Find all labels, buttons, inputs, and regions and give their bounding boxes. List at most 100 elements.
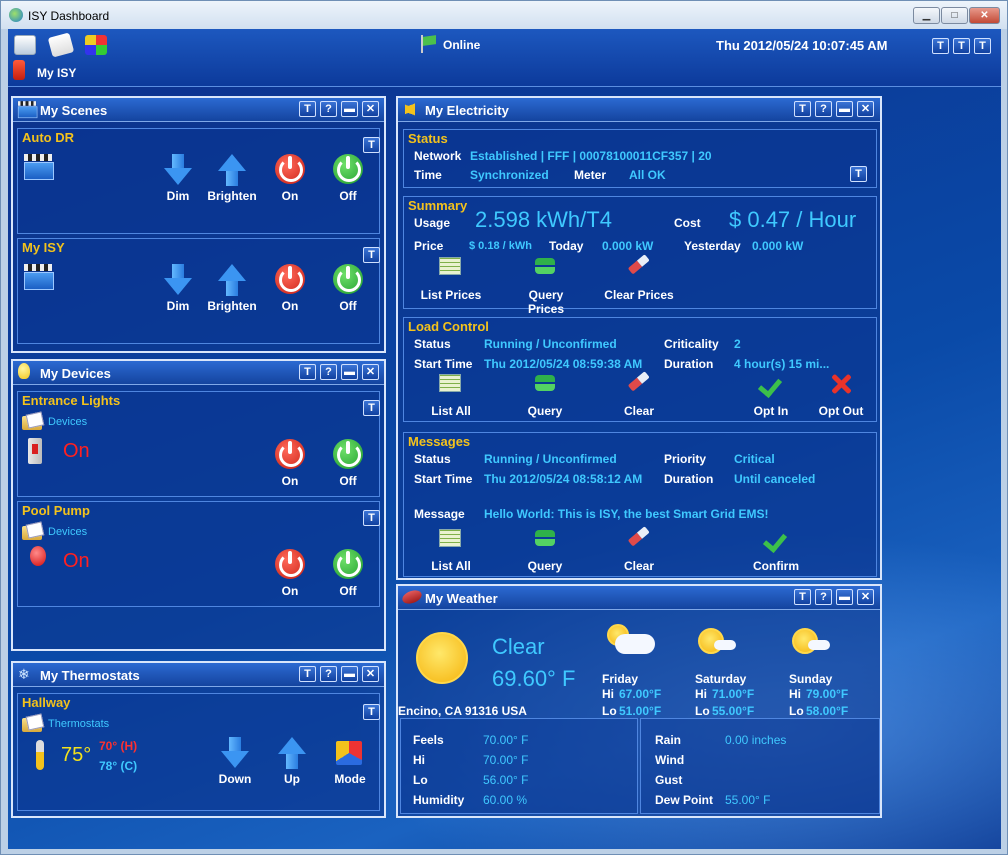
app-icon — [9, 8, 23, 22]
dim-icon[interactable] — [164, 154, 192, 186]
opt-in-button[interactable]: Opt In — [736, 404, 806, 418]
mode-icon[interactable] — [336, 741, 362, 765]
brighten-icon[interactable] — [218, 154, 246, 186]
power-on-icon[interactable] — [275, 439, 305, 469]
cost-label: Cost — [674, 216, 701, 230]
off-button[interactable]: Off — [313, 299, 383, 313]
thermostats-header: ❄ My Thermostats T ? ▬ ✕ — [13, 663, 384, 687]
tools-icon[interactable]: T — [299, 364, 316, 380]
minimize-button[interactable]: ▁ — [913, 7, 940, 24]
refresh-icon[interactable] — [534, 256, 556, 276]
brighten-icon[interactable] — [218, 264, 246, 296]
panel-title: My Electricity — [425, 103, 509, 118]
tools-icon[interactable]: T — [363, 510, 380, 526]
price-value: $ 0.18 / kWh — [469, 240, 532, 252]
check-icon[interactable] — [760, 373, 782, 393]
power-off-icon[interactable] — [333, 154, 363, 184]
tools-icon[interactable]: T — [953, 38, 970, 54]
tools-icon[interactable]: T — [363, 704, 380, 720]
maximize-button[interactable]: □ — [941, 7, 968, 24]
location: Encino, CA 91316 USA — [398, 704, 527, 718]
list-icon[interactable] — [439, 257, 461, 275]
query-button[interactable]: Query — [510, 404, 580, 418]
device-folder[interactable]: Devices — [48, 416, 87, 428]
power-on-icon[interactable] — [275, 264, 305, 294]
tools-icon[interactable]: T — [974, 38, 991, 54]
tools-icon[interactable]: T — [850, 166, 867, 182]
minimize-icon[interactable]: ▬ — [836, 589, 853, 605]
off-button[interactable]: Off — [313, 189, 383, 203]
refresh-icon[interactable] — [534, 528, 556, 548]
minimize-icon[interactable]: ▬ — [341, 666, 358, 682]
panel-title: My Thermostats — [40, 668, 140, 683]
close-icon[interactable]: ✕ — [362, 666, 379, 682]
help-icon[interactable]: ? — [320, 364, 337, 380]
tools-icon[interactable]: T — [299, 666, 316, 682]
tools-icon[interactable]: T — [932, 38, 949, 54]
down-icon[interactable] — [221, 737, 249, 769]
device-name: Entrance Lights — [22, 393, 121, 408]
tools-icon[interactable]: T — [794, 589, 811, 605]
clear-button[interactable]: Clear — [604, 404, 674, 418]
myisy-book-icon[interactable] — [13, 60, 25, 80]
power-off-icon[interactable] — [333, 264, 363, 294]
help-icon[interactable]: ? — [815, 589, 832, 605]
eraser-icon[interactable] — [624, 368, 652, 396]
help-icon[interactable]: ? — [320, 101, 337, 117]
thermostat-folder[interactable]: Thermostats — [48, 718, 109, 730]
power-off-icon[interactable] — [333, 439, 363, 469]
msg-duration-value: Until canceled — [734, 472, 816, 486]
close-icon[interactable]: ✕ — [857, 101, 874, 117]
id-card-icon[interactable] — [14, 35, 36, 55]
refresh-icon[interactable] — [534, 373, 556, 393]
device-folder[interactable]: Devices — [48, 526, 87, 538]
mode-button[interactable]: Mode — [315, 772, 385, 786]
duration-value: 4 hour(s) 15 mi... — [734, 357, 830, 371]
list-all-button[interactable]: List All — [416, 559, 486, 573]
list-icon[interactable] — [439, 374, 461, 392]
puzzle-icon[interactable] — [85, 35, 107, 55]
minimize-icon[interactable]: ▬ — [836, 101, 853, 117]
off-button[interactable]: Off — [313, 584, 383, 598]
tools-icon[interactable]: T — [363, 247, 380, 263]
minimize-icon[interactable]: ▬ — [341, 101, 358, 117]
current-condition: Clear — [492, 634, 545, 659]
x-icon[interactable] — [829, 372, 853, 396]
query-prices-button[interactable]: Query Prices — [510, 288, 582, 316]
tools-icon[interactable]: T — [299, 101, 316, 117]
today-value: 0.000 kW — [602, 239, 654, 253]
query-button[interactable]: Query — [510, 559, 580, 573]
myisy-label[interactable]: My ISY — [37, 66, 76, 80]
close-icon[interactable]: ✕ — [362, 101, 379, 117]
opt-out-button[interactable]: Opt Out — [806, 404, 876, 418]
minimize-icon[interactable]: ▬ — [341, 364, 358, 380]
up-icon[interactable] — [278, 737, 306, 769]
confirm-button[interactable]: Confirm — [741, 559, 811, 573]
power-on-icon[interactable] — [275, 549, 305, 579]
close-icon[interactable]: ✕ — [857, 589, 874, 605]
close-button[interactable]: ✕ — [969, 7, 1000, 24]
clear-prices-button[interactable]: Clear Prices — [604, 288, 674, 302]
list-all-button[interactable]: List All — [416, 404, 486, 418]
help-icon[interactable]: ? — [320, 666, 337, 682]
close-icon[interactable]: ✕ — [362, 364, 379, 380]
folder-icon — [22, 416, 42, 430]
scroll-icon[interactable] — [47, 32, 75, 58]
list-icon[interactable] — [439, 529, 461, 547]
eraser-icon[interactable] — [624, 251, 652, 279]
tools-icon[interactable]: T — [794, 101, 811, 117]
help-icon[interactable]: ? — [815, 101, 832, 117]
eraser-icon[interactable] — [624, 523, 652, 551]
power-off-icon[interactable] — [333, 549, 363, 579]
device-name: Pool Pump — [22, 503, 90, 518]
tools-icon[interactable]: T — [363, 137, 380, 153]
off-button[interactable]: Off — [313, 474, 383, 488]
clear-button[interactable]: Clear — [604, 559, 674, 573]
criticality-label: Criticality — [664, 337, 719, 351]
power-on-icon[interactable] — [275, 154, 305, 184]
check-icon[interactable] — [765, 528, 787, 548]
dim-icon[interactable] — [164, 264, 192, 296]
partly-sunny-icon — [696, 626, 740, 656]
tools-icon[interactable]: T — [363, 400, 380, 416]
list-prices-button[interactable]: List Prices — [416, 288, 486, 302]
